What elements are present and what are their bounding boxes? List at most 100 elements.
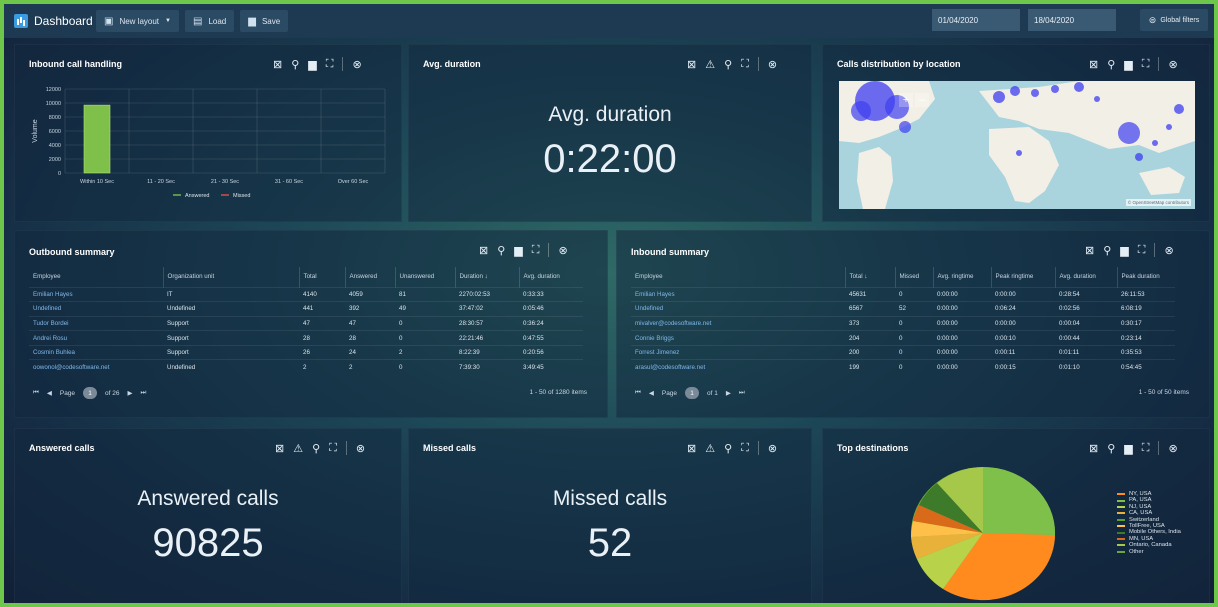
chart-type-icon[interactable]: ⊠: [1089, 442, 1098, 455]
save-icon[interactable]: ▆: [514, 244, 522, 257]
chart-type-icon[interactable]: ⊠: [1089, 58, 1098, 71]
table-row[interactable]: Emilian Hayes IT 4140 4059 81 2270:02:53 0:33:…: [29, 286, 583, 302]
table-row[interactable]: oowonol@codesoftware.net Undefined 2 2 0 7:39…: [29, 359, 583, 375]
employee-link[interactable]: Undefined: [631, 301, 845, 317]
map-zoom-out-button[interactable]: –: [915, 93, 929, 107]
table-row[interactable]: mivalver@codesoftware.net 373 0 0:00:00 0:00…: [631, 315, 1175, 331]
close-icon[interactable]: ⊗: [1168, 58, 1177, 71]
warning-icon[interactable]: ⚠: [293, 442, 303, 455]
next-page-icon[interactable]: ▶: [726, 389, 731, 397]
zoom-icon[interactable]: ⚲: [497, 244, 505, 257]
employee-link[interactable]: Emilian Hayes: [631, 286, 845, 302]
employee-link[interactable]: Cosmin Buhlea: [29, 344, 163, 360]
chart-type-icon[interactable]: ⊠: [275, 442, 284, 455]
column-header[interactable]: Employee: [29, 267, 164, 287]
zoom-icon[interactable]: ⚲: [1107, 442, 1115, 455]
expand-icon[interactable]: ⛶: [1142, 58, 1150, 71]
table-row[interactable]: Undefined Undefined 441 392 49 37:47:02 0:05:4…: [29, 301, 583, 317]
table-cell: Undefined: [163, 301, 299, 317]
global-filters-button[interactable]: ⊜ Global filters: [1140, 9, 1208, 31]
close-icon[interactable]: ⊗: [558, 244, 567, 257]
table-row[interactable]: Tudor Bordei Support 47 47 0 28:30:57 0:36:24: [29, 315, 583, 331]
prev-page-icon[interactable]: ◀: [47, 389, 52, 397]
expand-icon[interactable]: ⛶: [741, 58, 749, 71]
load-button[interactable]: ▤ Load: [184, 10, 235, 32]
world-map[interactable]: [839, 81, 1195, 209]
zoom-icon[interactable]: ⚲: [312, 442, 320, 455]
chart-type-icon[interactable]: ⊠: [479, 244, 488, 257]
column-header[interactable]: Total ↓: [845, 267, 896, 287]
close-icon[interactable]: ⊗: [356, 442, 365, 455]
employee-link[interactable]: arasul@codesoftware.net: [631, 359, 845, 375]
table-row[interactable]: Andrei Rosu Support 28 28 0 22:21:46 0:47:55: [29, 330, 583, 346]
last-page-icon[interactable]: ⏭: [141, 389, 147, 397]
table-row[interactable]: Forrest Jimenez 200 0 0:00:00 0:00:11 0:01:11…: [631, 344, 1175, 360]
column-header[interactable]: Answered: [345, 267, 396, 287]
column-header[interactable]: Duration ↓: [455, 267, 520, 287]
column-header[interactable]: Avg. ringtime: [933, 267, 992, 287]
save-button[interactable]: ▆ Save: [240, 10, 289, 32]
employee-link[interactable]: Tudor Bordei: [29, 315, 163, 331]
table-row[interactable]: Cosmin Buhlea Support 26 24 2 8:22:39 0:20:56: [29, 344, 583, 360]
top-destinations-pie[interactable]: [903, 463, 1063, 603]
legend-swatch: [1117, 493, 1125, 496]
column-header[interactable]: Peak duration: [1117, 267, 1175, 287]
close-icon[interactable]: ⊗: [1168, 442, 1177, 455]
employee-link[interactable]: mivalver@codesoftware.net: [631, 315, 845, 331]
column-header[interactable]: Avg. duration: [519, 267, 583, 287]
employee-link[interactable]: Andrei Rosu: [29, 330, 163, 346]
expand-icon[interactable]: ⛶: [532, 244, 540, 257]
table-row[interactable]: arasul@codesoftware.net 199 0 0:00:00 0:00:1…: [631, 359, 1175, 375]
new-layout-button[interactable]: ▣ New layout ▼: [96, 10, 179, 32]
chart-type-icon[interactable]: ⊠: [1085, 244, 1094, 257]
chart-type-icon[interactable]: ⊠: [687, 442, 696, 455]
legend-item[interactable]: Other: [1117, 549, 1181, 555]
expand-icon[interactable]: ⛶: [329, 442, 337, 455]
table-row[interactable]: Undefined 6567 52 0:00:00 0:06:24 0:02:56 6:08…: [631, 301, 1175, 317]
prev-page-icon[interactable]: ◀: [649, 389, 654, 397]
save-icon[interactable]: ▆: [1124, 442, 1132, 455]
page-number-input[interactable]: 1: [83, 387, 98, 399]
column-header[interactable]: Peak ringtime: [991, 267, 1056, 287]
inbound-table: Employee Total ↓ Missed Avg. ringtime Peak r…: [631, 267, 1175, 375]
employee-link[interactable]: oowonol@codesoftware.net: [29, 359, 163, 375]
zoom-icon[interactable]: ⚲: [724, 58, 732, 71]
employee-link[interactable]: Emilian Hayes: [29, 286, 163, 302]
expand-icon[interactable]: ⛶: [1138, 244, 1146, 257]
warning-icon[interactable]: ⚠: [705, 442, 715, 455]
table-row[interactable]: Emilian Hayes 45631 0 0:00:00 0:00:00 0:28:54…: [631, 286, 1175, 302]
date-to-field[interactable]: 18/04/2020: [1028, 9, 1116, 31]
chart-type-icon[interactable]: ⊠: [687, 58, 696, 71]
save-icon[interactable]: ▆: [1120, 244, 1128, 257]
column-header[interactable]: Total: [299, 267, 346, 287]
table-cell: 4059: [345, 286, 395, 302]
first-page-icon[interactable]: ⏮: [33, 389, 39, 397]
close-icon[interactable]: ⊗: [768, 442, 777, 455]
column-header[interactable]: Employee: [631, 267, 846, 287]
expand-icon[interactable]: ⛶: [741, 442, 749, 455]
save-icon[interactable]: ▆: [1124, 58, 1132, 71]
close-icon[interactable]: ⊗: [1164, 244, 1173, 257]
table-row[interactable]: Connie Briggs 204 0 0:00:00 0:00:10 0:00:44 0:…: [631, 330, 1175, 346]
employee-link[interactable]: Undefined: [29, 301, 163, 317]
last-page-icon[interactable]: ⏭: [739, 389, 745, 397]
date-from-field[interactable]: 01/04/2020: [932, 9, 1020, 31]
zoom-icon[interactable]: ⚲: [1107, 58, 1115, 71]
map-zoom-in-button[interactable]: +: [899, 93, 913, 107]
column-header[interactable]: Unanswered: [395, 267, 456, 287]
close-icon[interactable]: ⊗: [768, 58, 777, 71]
column-header[interactable]: Missed: [895, 267, 934, 287]
page-number-input[interactable]: 1: [685, 387, 700, 399]
expand-icon[interactable]: ⛶: [1142, 442, 1150, 455]
next-page-icon[interactable]: ▶: [128, 389, 133, 397]
warning-icon[interactable]: ⚠: [705, 58, 715, 71]
zoom-icon[interactable]: ⚲: [1103, 244, 1111, 257]
zoom-icon[interactable]: ⚲: [724, 442, 732, 455]
app-title[interactable]: Dashboard: [4, 14, 96, 28]
column-header[interactable]: Organization unit: [163, 267, 300, 287]
employee-link[interactable]: Connie Briggs: [631, 330, 845, 346]
employee-link[interactable]: Forrest Jimenez: [631, 344, 845, 360]
map-attribution[interactable]: © OpenStreetMap contributors: [1125, 199, 1191, 206]
column-header[interactable]: Avg. duration: [1055, 267, 1118, 287]
first-page-icon[interactable]: ⏮: [635, 389, 641, 397]
